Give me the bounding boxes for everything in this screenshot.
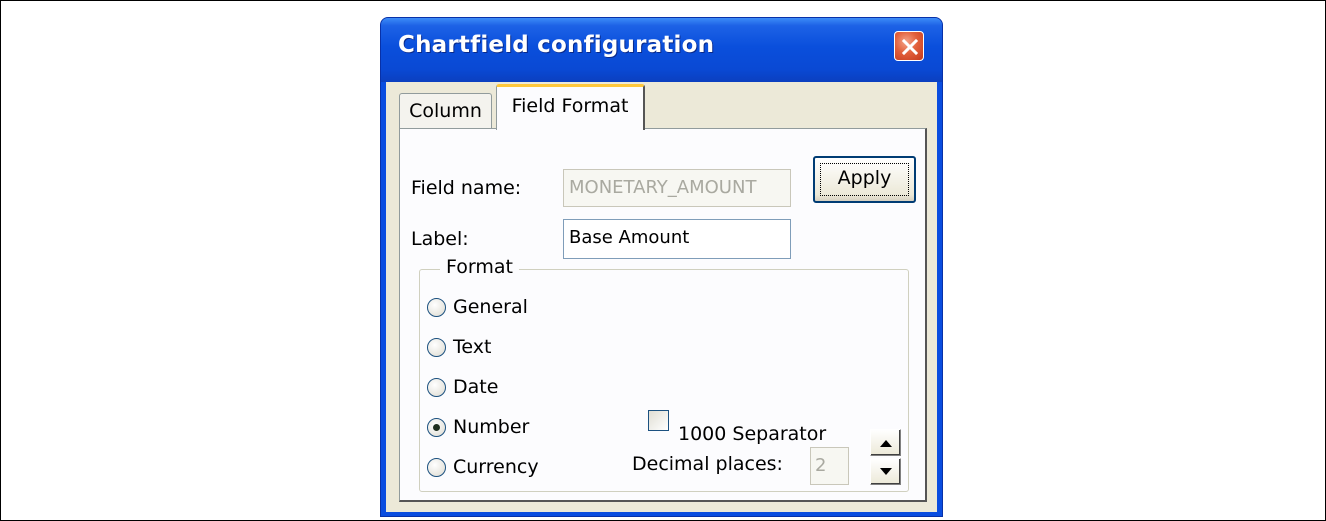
arrow-up-icon [880,440,892,447]
radio-label-number: Number [453,416,530,438]
spin-up-button[interactable] [870,429,901,456]
radio-label-currency: Currency [453,456,539,478]
field-format-panel: Field name: MONETARY_AMOUNT Apply Label:… [399,128,927,502]
spin-down-button[interactable] [870,458,901,485]
separator-checkbox[interactable] [648,410,669,431]
radio-label-date: Date [453,376,499,398]
radio-button[interactable] [427,337,446,357]
dialog-window: Chartfield configuration Column Field Fo… [380,17,943,517]
decimal-places-input: 2 [810,447,849,485]
apply-focus-rect [820,163,909,196]
arrow-down-icon [880,468,892,475]
title-bar[interactable]: Chartfield configuration [381,18,942,82]
tab-column[interactable]: Column [399,93,492,129]
radio-label-text: Text [453,336,492,358]
separator-label: 1000 Separator [678,423,827,445]
radio-text[interactable]: Text [427,332,491,362]
radio-label-general: General [453,296,528,318]
dialog-client-area: Column Field Format Field name: MONETARY… [386,82,937,512]
separator-option[interactable]: 1000 Separator [642,423,826,445]
field-name-input: MONETARY_AMOUNT [563,169,791,207]
decimal-spinner[interactable] [870,429,901,485]
close-icon [901,38,919,56]
close-button[interactable] [894,31,924,61]
decimal-places-label: Decimal places: [632,453,783,475]
label-input[interactable]: Base Amount [563,219,791,259]
format-group-title: Format [440,256,519,278]
radio-currency[interactable]: Currency [427,452,539,482]
radio-number[interactable]: Number [427,412,529,442]
radio-date[interactable]: Date [427,372,498,402]
radio-button[interactable] [427,297,446,317]
radio-button[interactable] [427,457,446,477]
radio-general[interactable]: General [427,292,528,322]
tab-field-format[interactable]: Field Format [496,84,645,130]
apply-button[interactable]: Apply [813,156,916,203]
radio-button[interactable] [427,377,446,397]
window-title: Chartfield configuration [398,32,715,58]
field-name-label: Field name: [411,177,522,199]
radio-button-checked[interactable] [427,417,446,437]
label-label: Label: [411,228,469,250]
